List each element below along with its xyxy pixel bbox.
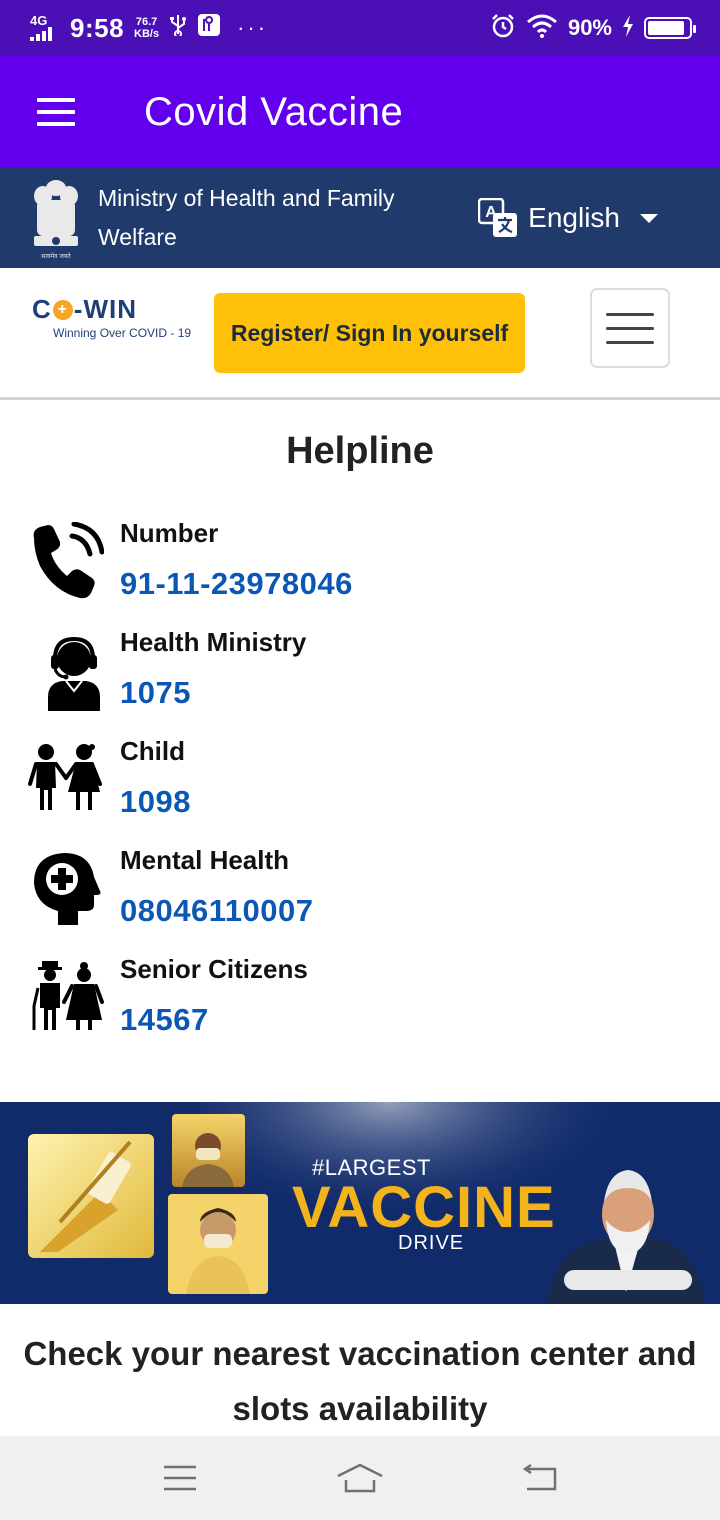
status-bar: 4G 9:58 76.7 KB/s ··· 90% xyxy=(0,0,720,56)
helpline-label: Child xyxy=(120,736,185,766)
cowin-navbar: C + -WIN Winning Over COVID - 19 Registe… xyxy=(0,268,720,400)
banner-headline: VACCINE xyxy=(292,1175,556,1240)
banner-subline: DRIVE xyxy=(398,1232,465,1254)
menu-icon[interactable] xyxy=(37,98,75,126)
helpline-number-link[interactable]: 14567 xyxy=(120,1002,209,1038)
headset-person-icon xyxy=(48,636,100,711)
home-button[interactable] xyxy=(330,1458,390,1498)
back-arrow-icon xyxy=(522,1463,557,1491)
back-button[interactable] xyxy=(510,1458,570,1498)
helpline-number-link[interactable]: 1075 xyxy=(120,675,191,711)
cowin-tagline: Winning Over COVID - 19 xyxy=(53,326,192,340)
helpline-list: Number 91-11-23978046 Health Ministry 10… xyxy=(0,516,720,1061)
register-signin-button[interactable]: Register/ Sign In yourself xyxy=(214,293,525,373)
health-worker-photo xyxy=(172,1114,245,1187)
network-type: 4G xyxy=(30,13,48,28)
helpline-number-link[interactable]: 91-11-23978046 xyxy=(120,566,353,602)
helpline-label: Senior Citizens xyxy=(120,954,308,984)
phone-icon xyxy=(33,522,104,599)
debug-icon xyxy=(197,13,221,43)
masked-woman-photo xyxy=(168,1194,268,1294)
helpline-item-number[interactable]: Number 91-11-23978046 xyxy=(0,516,720,625)
nav-toggle-button[interactable] xyxy=(590,288,670,368)
helpline-label: Mental Health xyxy=(120,845,290,875)
usb-icon xyxy=(169,14,187,42)
language-label: English xyxy=(528,202,620,233)
status-time: 9:58 xyxy=(70,12,125,43)
charging-icon xyxy=(622,14,634,42)
children-icon xyxy=(28,744,102,810)
helpline-item-health-ministry[interactable]: Health Ministry 1075 xyxy=(0,625,720,734)
language-selector[interactable]: A English xyxy=(478,198,658,238)
menu-lines-icon xyxy=(164,1465,196,1491)
more-notifications-icon: ··· xyxy=(237,15,269,40)
translate-icon: A xyxy=(478,198,518,237)
helpline-title: Helpline xyxy=(286,430,434,472)
ministry-name: Ministry of Health and Family Welfare xyxy=(98,185,395,250)
vaccine-vial-photo xyxy=(28,1134,154,1258)
alarm-icon xyxy=(490,13,516,44)
elderly-couple-icon xyxy=(32,961,104,1030)
app-bar: Covid Vaccine xyxy=(0,56,720,168)
app-title: Covid Vaccine xyxy=(144,89,404,134)
helpline-item-senior-citizens[interactable]: Senior Citizens 14567 xyxy=(0,952,720,1061)
national-emblem-icon: सत्यमेव जयते xyxy=(34,180,78,260)
battery-icon xyxy=(644,17,696,39)
network-speed: 76.7 KB/s xyxy=(134,16,160,40)
head-plus-icon xyxy=(34,853,101,925)
battery-percent: 90% xyxy=(567,15,612,40)
helpline-label: Health Ministry xyxy=(120,627,307,657)
emblem-motto: सत्यमेव जयते xyxy=(41,252,71,260)
system-navigation-bar xyxy=(0,1436,720,1520)
recent-apps-button[interactable] xyxy=(150,1458,210,1498)
ministry-header: सत्यमेव जयते Ministry of Health and Fami… xyxy=(0,168,720,268)
signal-icon: 4G xyxy=(30,13,60,41)
helpline-item-mental-health[interactable]: Mental Health 08046110007 xyxy=(0,843,720,952)
cowin-logo[interactable]: C + -WIN Winning Over COVID - 19 xyxy=(32,294,202,340)
wifi-icon xyxy=(526,14,558,43)
plus-icon: + xyxy=(52,299,73,320)
chevron-down-icon xyxy=(640,213,658,223)
helpline-number-link[interactable]: 08046110007 xyxy=(120,893,313,929)
helpline-item-child[interactable]: Child 1098 xyxy=(0,734,720,843)
helpline-label: Number xyxy=(120,518,219,548)
helpline-number-link[interactable]: 1098 xyxy=(120,784,191,820)
home-icon xyxy=(337,1463,383,1493)
vaccination-center-heading: Check your nearest vaccination center an… xyxy=(23,1335,697,1427)
